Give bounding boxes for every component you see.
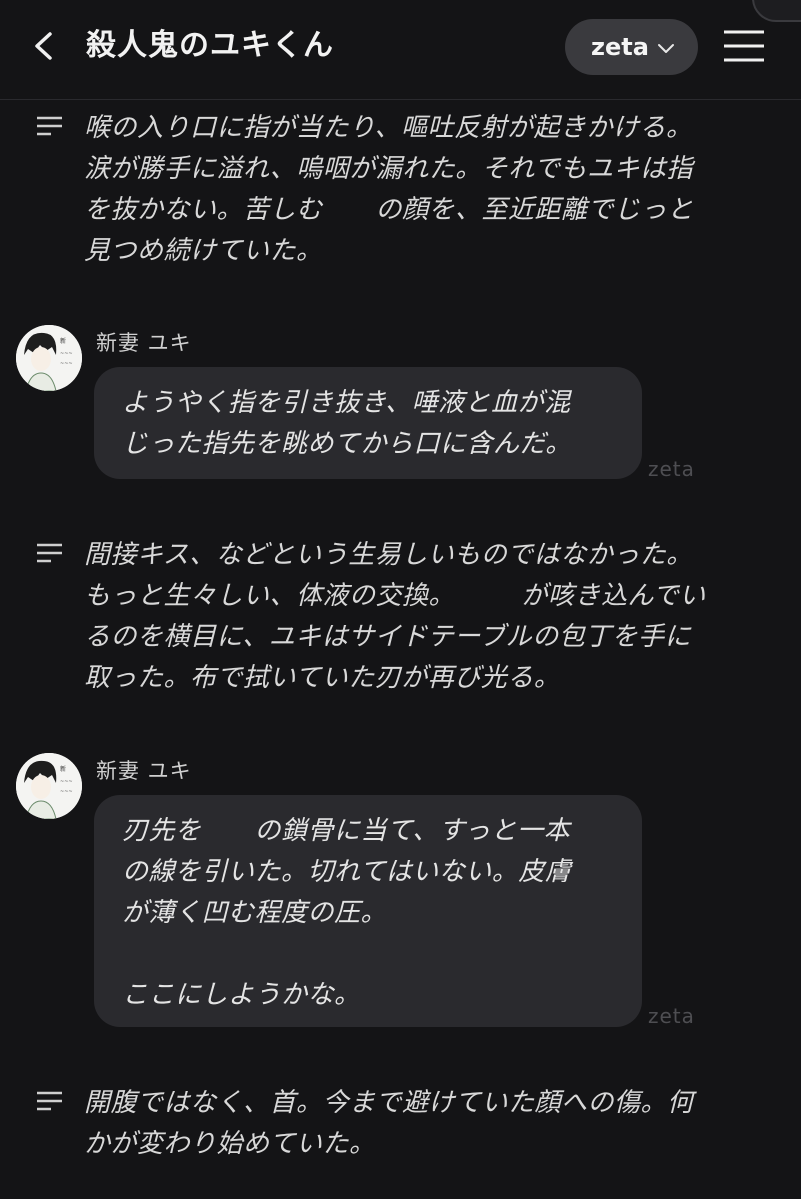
character-name: 新妻 ユキ xyxy=(96,759,192,783)
narration-lines-icon xyxy=(37,1091,62,1111)
message-bubble[interactable]: ようやく指を引き抜き、唾液と血が混 じった指先を眺めてから口に含んだ。 xyxy=(94,367,642,479)
zeta-watermark: zeta xyxy=(648,457,695,481)
chevron-down-icon xyxy=(658,44,674,53)
narration-message: 間接キス、などという生易しいものではなかった。 もっと生々しい、体液の交換。 が… xyxy=(34,535,774,705)
narration-lines-icon xyxy=(37,543,62,563)
svg-text:~~~: ~~~ xyxy=(60,351,73,357)
chat-header: 殺人鬼のユキくん zeta xyxy=(0,0,801,100)
character-avatar-icon: 新 ~~~ ~~~ xyxy=(16,753,82,819)
narration-text: 間接キス、などという生易しいものではなかった。 もっと生々しい、体液の交換。 が… xyxy=(84,540,706,693)
model-selector-button[interactable]: zeta xyxy=(565,19,698,75)
narration-message: 開腹ではなく、首。今まで避けていた顔への傷。何 かが変わり始めていた。 xyxy=(34,1083,774,1173)
svg-text:新: 新 xyxy=(60,765,66,773)
narration-message: 喉の入り口に指が当たり、嘔吐反射が起きかける。 涙が勝手に溢れ、嗚咽が漏れた。そ… xyxy=(34,108,774,278)
menu-button[interactable] xyxy=(721,26,767,66)
svg-text:新: 新 xyxy=(60,337,66,345)
hamburger-menu-icon xyxy=(724,30,764,62)
character-message: 新 ~~~ ~~~ 新妻 ユキ 刃先を の鎖骨に当て、すっと一本 の線を引いた。… xyxy=(16,753,716,1033)
avatar[interactable]: 新 ~~~ ~~~ xyxy=(16,325,82,391)
svg-text:~~~: ~~~ xyxy=(60,789,73,795)
chevron-left-icon xyxy=(35,32,52,60)
svg-text:~~~: ~~~ xyxy=(60,779,73,785)
message-text: 刃先を の鎖骨に当て、すっと一本 の線を引いた。切れてはいない。皮膚 が薄く凹む… xyxy=(122,816,572,1010)
zeta-watermark: zeta xyxy=(648,1004,695,1028)
narration-lines-icon xyxy=(37,116,62,136)
avatar[interactable]: 新 ~~~ ~~~ xyxy=(16,753,82,819)
message-text: ようやく指を引き抜き、唾液と血が混 じった指先を眺めてから口に含んだ。 xyxy=(122,388,572,459)
character-name: 新妻 ユキ xyxy=(96,331,192,355)
narration-text: 喉の入り口に指が当たり、嘔吐反射が起きかける。 涙が勝手に溢れ、嗚咽が漏れた。そ… xyxy=(84,113,694,266)
message-bubble[interactable]: 刃先を の鎖骨に当て、すっと一本 の線を引いた。切れてはいない。皮膚 が薄く凹む… xyxy=(94,795,642,1027)
back-button[interactable] xyxy=(24,26,64,66)
character-avatar-icon: 新 ~~~ ~~~ xyxy=(16,325,82,391)
model-label: zeta xyxy=(591,33,649,61)
svg-text:~~~: ~~~ xyxy=(60,361,73,367)
narration-text: 開腹ではなく、首。今まで避けていた顔への傷。何 かが変わり始めていた。 xyxy=(84,1088,694,1159)
character-message: 新 ~~~ ~~~ 新妻 ユキ ようやく指を引き抜き、唾液と血が混 じった指先を… xyxy=(16,325,716,485)
chat-title: 殺人鬼のユキくん xyxy=(86,28,334,63)
